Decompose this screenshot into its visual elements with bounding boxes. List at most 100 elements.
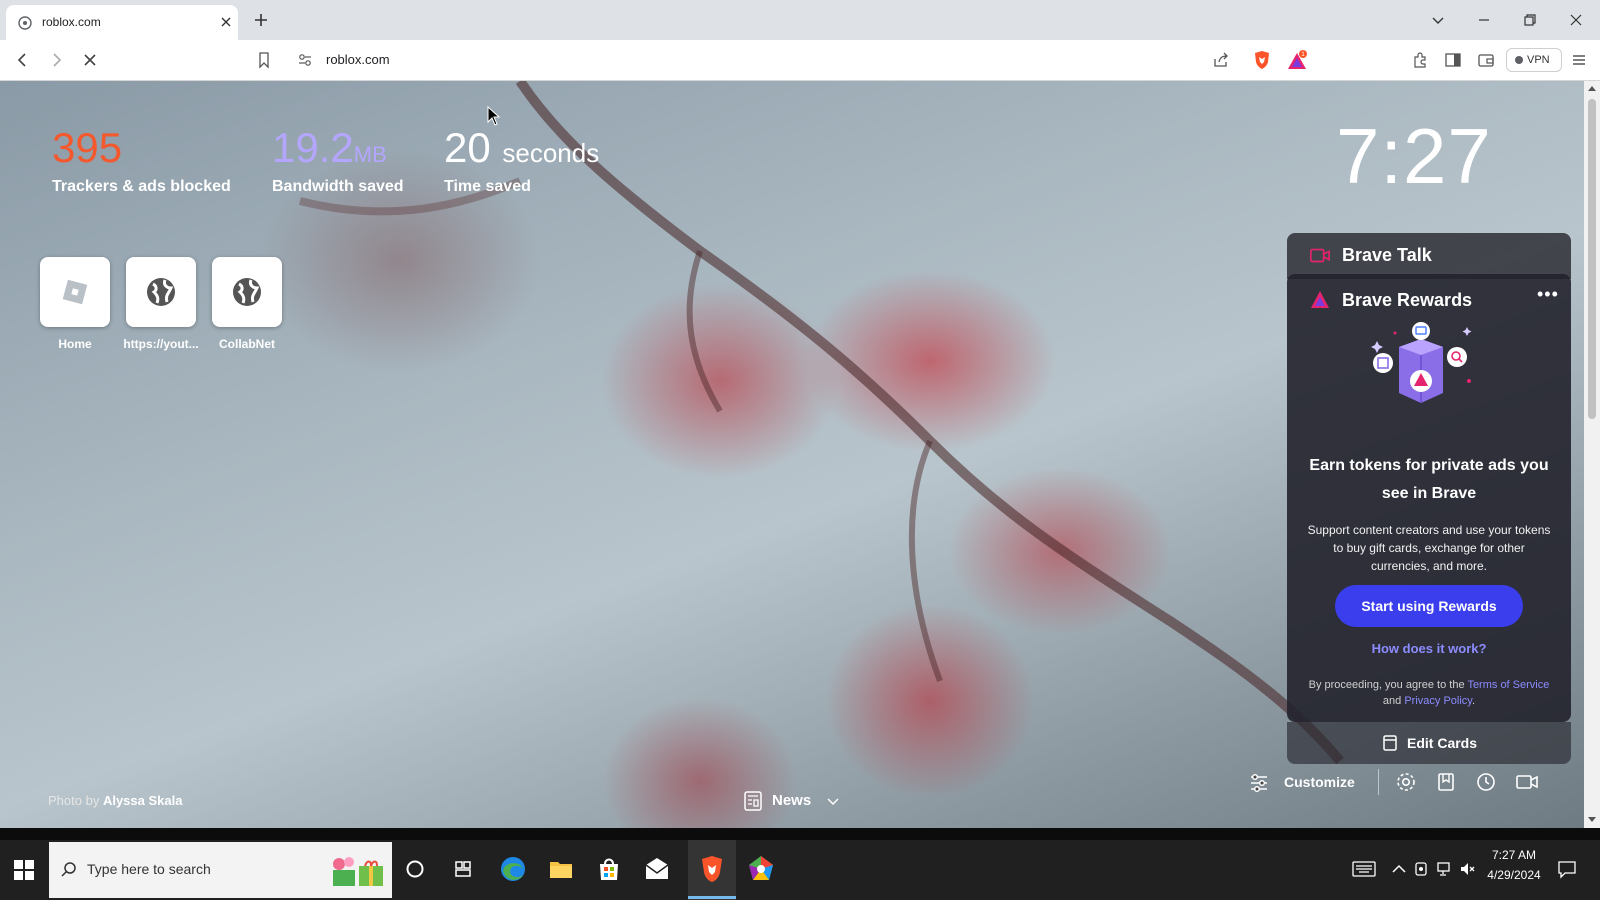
trackers-blocked-count: 395: [52, 124, 123, 171]
windows-taskbar: Type here to search 7:27 AM 4/29/2024: [0, 840, 1600, 900]
network-icon[interactable]: [1436, 860, 1454, 878]
rewards-title: Brave Rewards: [1342, 290, 1473, 310]
rewards-triangle-icon: [1311, 291, 1329, 308]
tab-roblox[interactable]: roblox.com: [6, 5, 238, 40]
minimize-icon[interactable]: [1476, 12, 1492, 28]
search-icon: [61, 862, 76, 877]
extensions-icon[interactable]: [1411, 51, 1429, 69]
settings-gear-icon[interactable]: [1395, 771, 1417, 793]
history-icon[interactable]: [1475, 771, 1497, 793]
news-button[interactable]: News: [742, 789, 842, 813]
site-info-icon[interactable]: [296, 51, 314, 69]
forward-icon[interactable]: [47, 51, 65, 69]
top-site-tile[interactable]: [212, 257, 282, 327]
brave-browser-icon[interactable]: [695, 852, 729, 886]
how-it-works-link[interactable]: How does it work?: [1303, 641, 1555, 656]
clock: 7:27: [1336, 112, 1492, 200]
edit-cards-label: Edit Cards: [1407, 735, 1478, 751]
address-bar[interactable]: roblox.com: [326, 52, 390, 67]
stop-loading-icon[interactable]: [81, 51, 99, 69]
time-unit: seconds: [502, 138, 600, 168]
top-site-tile[interactable]: [126, 257, 196, 327]
back-icon[interactable]: [14, 51, 32, 69]
photo-credit[interactable]: Photo by Alyssa Skala: [48, 793, 182, 808]
top-site-home[interactable]: Home: [40, 257, 110, 351]
tab-strip: roblox.com: [0, 0, 1600, 40]
close-tab-icon[interactable]: [218, 14, 234, 30]
photo-credit-prefix: Photo by: [48, 793, 100, 808]
brave-talk-icon[interactable]: [1515, 771, 1539, 793]
rewards-illustration: [1371, 322, 1472, 403]
share-icon[interactable]: [1212, 51, 1230, 69]
privacy-policy-link[interactable]: Privacy Policy: [1404, 695, 1472, 707]
sidebar-icon[interactable]: [1444, 51, 1462, 69]
tab-search-chevron-icon[interactable]: [1430, 12, 1446, 28]
brave-rewards-card: Brave Rewards ••• Earn tokens for privat…: [1287, 274, 1571, 722]
top-site-collabnet[interactable]: CollabNet: [212, 257, 282, 351]
scroll-up-arrow-icon[interactable]: [1588, 86, 1596, 91]
file-explorer-icon[interactable]: [544, 852, 578, 886]
app-pentagon-icon[interactable]: [744, 852, 778, 886]
mail-icon[interactable]: [640, 852, 674, 886]
cortana-icon[interactable]: [398, 852, 432, 886]
edit-cards-button[interactable]: Edit Cards: [1287, 722, 1571, 764]
vpn-label: VPN: [1527, 54, 1550, 66]
page-scrollbar[interactable]: [1584, 81, 1600, 828]
scroll-down-arrow-icon[interactable]: [1588, 817, 1596, 822]
top-site-label: Home: [58, 337, 92, 351]
time-saved-label: Time saved: [444, 178, 531, 195]
start-rewards-button[interactable]: Start using Rewards: [1335, 585, 1523, 627]
notifications-icon[interactable]: [1557, 859, 1577, 879]
search-placeholder: Type here to search: [87, 861, 211, 877]
time-number: 20: [444, 124, 491, 171]
legal-prefix: By proceeding, you agree to the: [1308, 679, 1465, 691]
bandwidth-saved-label: Bandwidth saved: [272, 178, 404, 195]
customize-button[interactable]: Customize: [1248, 771, 1358, 795]
taskbar-time[interactable]: 7:27 AM: [1474, 848, 1554, 862]
edge-icon[interactable]: [496, 852, 530, 886]
new-tab-icon[interactable]: [252, 11, 270, 29]
top-site-youtube[interactable]: https://yout...: [123, 257, 199, 351]
edit-cards-icon: [1383, 735, 1397, 751]
menu-icon[interactable]: [1570, 51, 1588, 69]
close-window-icon[interactable]: [1568, 12, 1584, 28]
meet-now-icon[interactable]: [1413, 860, 1431, 878]
bookmarks-icon[interactable]: [1435, 771, 1457, 793]
rewards-headline: Earn tokens for private ads you see in B…: [1309, 457, 1549, 502]
sliders-icon: [1251, 773, 1267, 793]
rewards-legal-text: By proceeding, you agree to the Terms of…: [1307, 677, 1551, 709]
brave-rewards-icon[interactable]: 1: [1286, 50, 1308, 72]
brave-talk-title: Brave Talk: [1342, 245, 1432, 265]
tab-title: roblox.com: [42, 15, 101, 29]
terms-of-service-link[interactable]: Terms of Service: [1467, 679, 1549, 691]
more-options-icon[interactable]: •••: [1537, 284, 1559, 305]
video-camera-icon: [1310, 248, 1330, 263]
bandwidth-saved-value: 19.2MB: [272, 125, 387, 178]
brave-talk-card[interactable]: Brave Talk: [1287, 233, 1571, 279]
scroll-thumb[interactable]: [1588, 99, 1596, 419]
vpn-status-icon: [1515, 56, 1523, 64]
brave-shields-icon[interactable]: [1252, 50, 1272, 70]
rewards-description: Support content creators and use your to…: [1307, 523, 1551, 573]
keyboard-icon[interactable]: [1352, 860, 1376, 878]
taskbar-date[interactable]: 4/29/2024: [1474, 868, 1554, 882]
top-site-tile[interactable]: [40, 257, 110, 327]
wallet-icon[interactable]: [1477, 51, 1495, 69]
bookmark-icon[interactable]: [255, 51, 273, 69]
legal-end: .: [1472, 695, 1476, 707]
globe-icon: [233, 278, 261, 306]
windows-start-icon[interactable]: [12, 858, 36, 882]
trackers-blocked-label: Trackers & ads blocked: [52, 178, 231, 195]
news-label: News: [772, 792, 812, 809]
customize-label: Customize: [1284, 774, 1355, 790]
vpn-button[interactable]: VPN: [1506, 48, 1562, 72]
microsoft-store-icon[interactable]: [592, 852, 626, 886]
taskbar-search-box[interactable]: Type here to search: [49, 842, 392, 898]
top-site-label: CollabNet: [218, 337, 275, 351]
globe-icon: [147, 278, 175, 306]
restore-icon[interactable]: [1522, 12, 1538, 28]
new-tab-page: 395 Trackers & ads blocked 19.2MB Bandwi…: [0, 81, 1584, 828]
task-view-icon[interactable]: [446, 852, 480, 886]
chevron-up-icon[interactable]: [1390, 860, 1408, 878]
divider: [1378, 769, 1379, 795]
